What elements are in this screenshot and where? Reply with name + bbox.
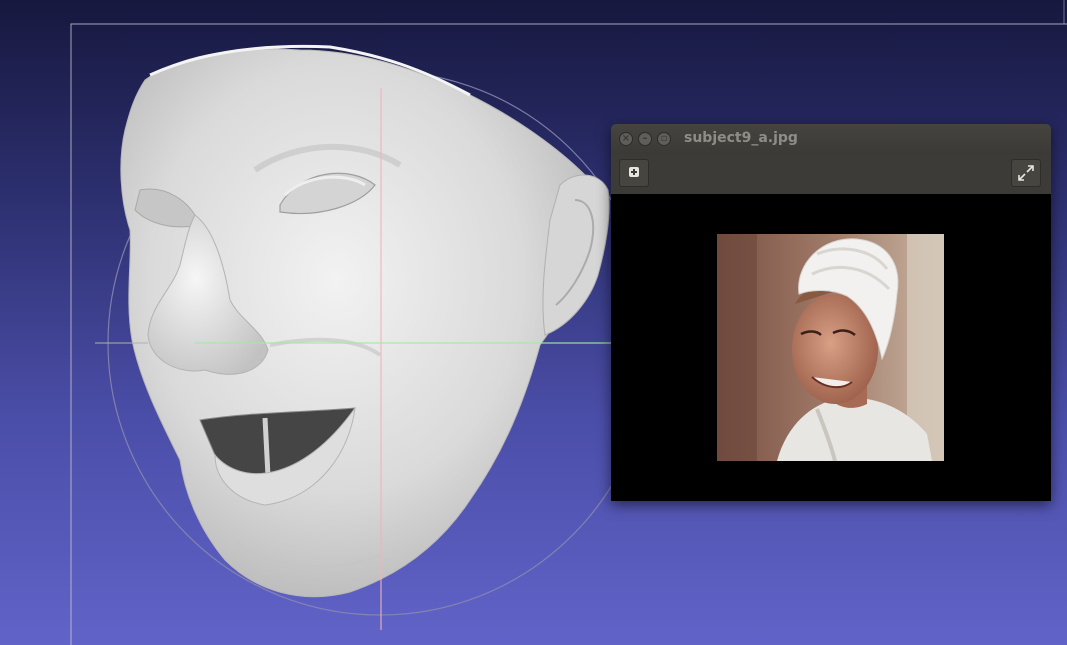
subject-photo: [717, 234, 944, 461]
add-button[interactable]: [619, 159, 649, 187]
minimize-icon[interactable]: –: [638, 132, 652, 146]
expand-icon: [1018, 165, 1034, 181]
image-viewer-window[interactable]: × – ▫ subject9_a.jpg: [611, 124, 1051, 501]
window-titlebar[interactable]: × – ▫ subject9_a.jpg: [611, 124, 1051, 154]
plus-icon: [629, 167, 639, 177]
face-mesh: [120, 44, 610, 598]
image-canvas[interactable]: [611, 194, 1051, 501]
close-icon[interactable]: ×: [619, 132, 633, 146]
fullscreen-button[interactable]: [1011, 159, 1041, 187]
viewer-toolbar: [611, 154, 1051, 194]
maximize-icon[interactable]: ▫: [657, 132, 671, 146]
window-title: subject9_a.jpg: [684, 130, 798, 146]
